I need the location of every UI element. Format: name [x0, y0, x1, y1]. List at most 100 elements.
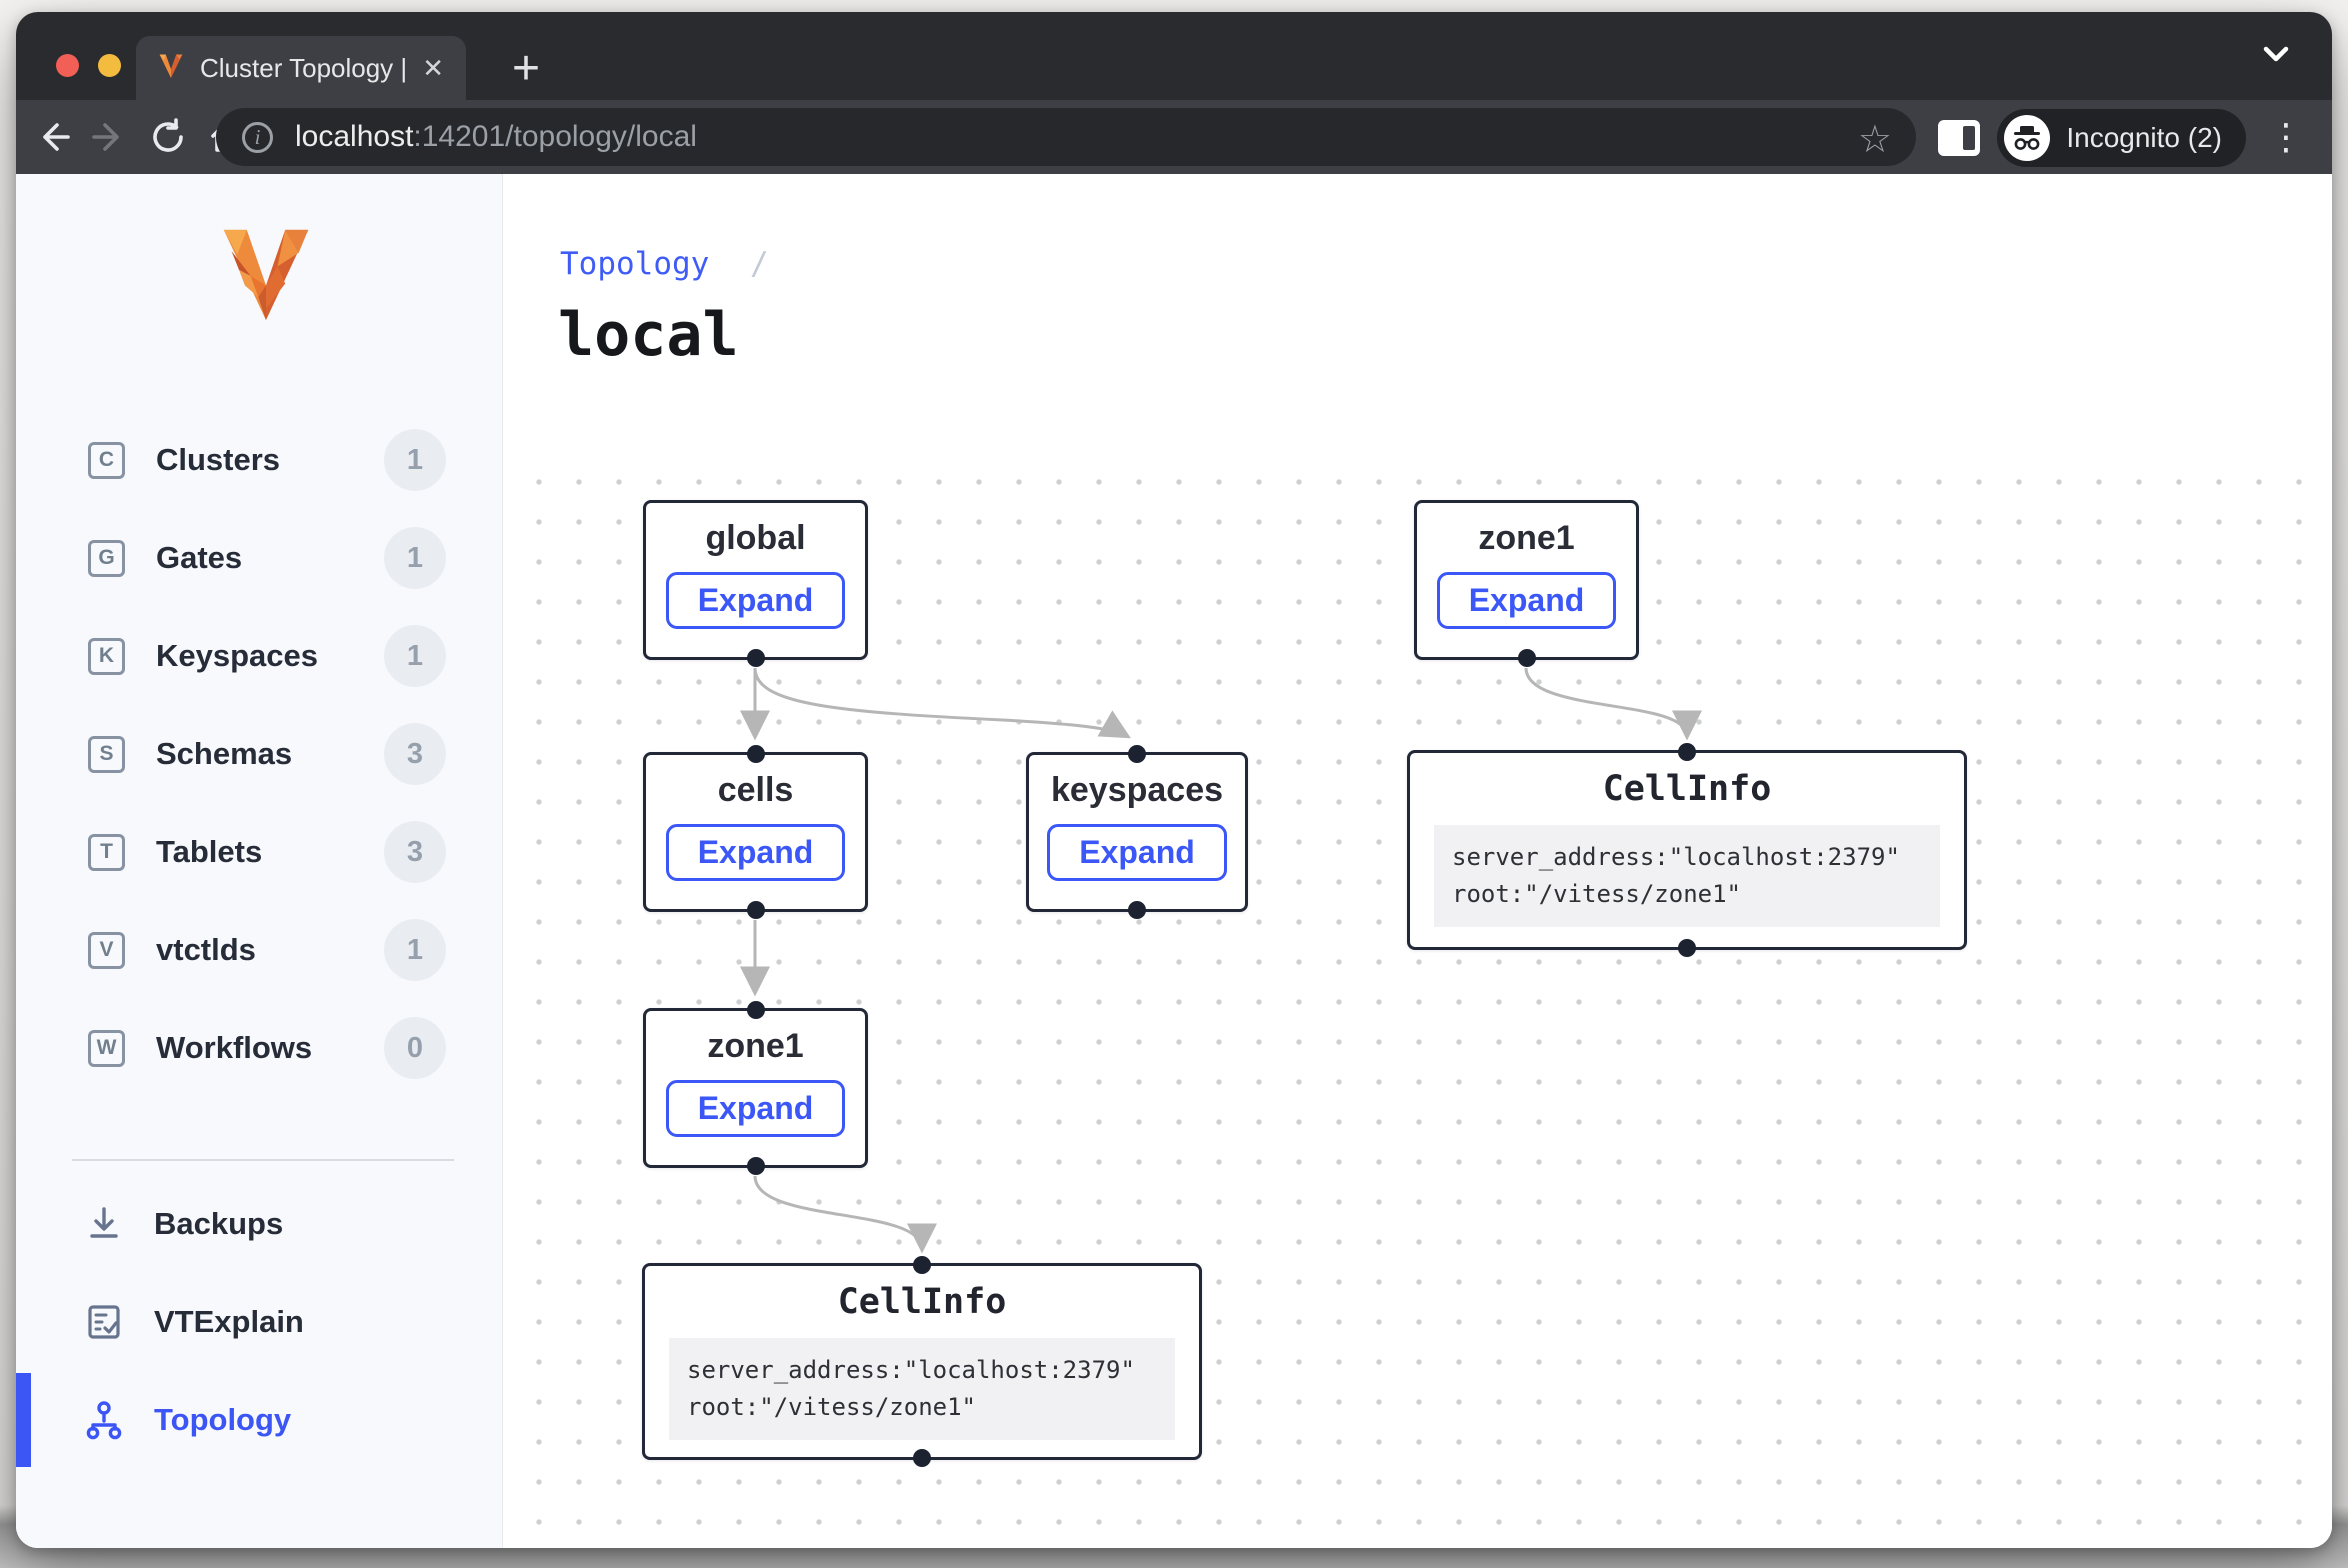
edge-zone1-cellinfo-nested [755, 1176, 922, 1249]
site-info-icon[interactable]: i [242, 122, 273, 153]
node-keyspaces[interactable]: keyspaces Expand [1026, 752, 1248, 912]
browser-menu-icon[interactable]: ⋮ [2264, 110, 2308, 164]
browser-toolbar: i localhost:14201/topology/local ☆ Incog… [16, 100, 2332, 174]
side-panel-icon[interactable] [1938, 120, 1980, 156]
sidebar-item-keyspaces[interactable]: K Keyspaces 1 [16, 607, 502, 705]
new-tab-button[interactable]: + [494, 36, 558, 100]
minimize-window-button[interactable] [98, 54, 121, 77]
node-title: CellInfo [645, 1282, 1199, 1322]
cellinfo-code: server_address:"localhost:2379" root:"/v… [669, 1338, 1175, 1440]
expand-button[interactable]: Expand [666, 572, 846, 629]
count-badge: 1 [384, 625, 446, 687]
back-button[interactable] [30, 115, 74, 159]
sidebar-item-schemas[interactable]: S Schemas 3 [16, 705, 502, 803]
node-title: keyspaces [1029, 771, 1245, 810]
tab-title: Cluster Topology | VTAdmin [200, 53, 412, 84]
node-cellinfo-zone1[interactable]: CellInfo server_address:"localhost:2379"… [1407, 750, 1967, 950]
sidebar-item-label: Gates [156, 540, 242, 576]
connection-port-bottom [747, 1157, 765, 1175]
count-badge: 1 [384, 919, 446, 981]
browser-tab[interactable]: Cluster Topology | VTAdmin ✕ [136, 36, 466, 100]
connection-port-bottom [1518, 649, 1536, 667]
sidebar-item-label: Tablets [156, 834, 262, 870]
connection-port-top [747, 1001, 765, 1019]
url-text[interactable]: localhost:14201/topology/local [295, 120, 697, 154]
sidebar-item-label: Topology [154, 1402, 291, 1438]
sidebar: C Clusters 1 G Gates 1 K Keyspaces 1 [16, 174, 503, 1548]
chevron-down-icon[interactable] [2258, 42, 2294, 71]
node-global[interactable]: global Expand [643, 500, 868, 660]
browser-window: Cluster Topology | VTAdmin ✕ + i [16, 12, 2332, 1548]
schemas-icon: S [88, 736, 125, 773]
vtexplain-doc-icon [82, 1302, 126, 1342]
topology-canvas[interactable]: global Expand zone1 Expand cells Expand [503, 470, 2332, 1548]
connection-port-bottom [1678, 939, 1696, 957]
sidebar-item-workflows[interactable]: W Workflows 0 [16, 999, 502, 1097]
code-line: server_address:"localhost:2379" [687, 1352, 1157, 1389]
count-badge: 1 [384, 429, 446, 491]
sidebar-item-topology[interactable]: Topology [16, 1371, 502, 1469]
reload-button[interactable] [146, 115, 190, 159]
connection-port-top [913, 1256, 931, 1274]
sidebar-item-label: Schemas [156, 736, 292, 772]
node-title: cells [646, 771, 865, 810]
expand-button[interactable]: Expand [666, 824, 846, 881]
expand-button[interactable]: Expand [1047, 824, 1227, 881]
sidebar-item-tablets[interactable]: T Tablets 3 [16, 803, 502, 901]
sidebar-item-vtexplain[interactable]: VTExplain [16, 1273, 502, 1371]
sidebar-item-label: Backups [154, 1206, 283, 1242]
breadcrumb: Topology / [560, 246, 769, 282]
page-title: local [558, 300, 739, 370]
count-badge: 1 [384, 527, 446, 589]
address-bar[interactable]: i localhost:14201/topology/local ☆ [216, 108, 1916, 166]
code-line: root:"/vitess/zone1" [687, 1389, 1157, 1426]
connection-port-bottom [747, 901, 765, 919]
close-window-button[interactable] [56, 54, 79, 77]
code-line: server_address:"localhost:2379" [1452, 839, 1922, 876]
workflows-icon: W [88, 1030, 125, 1067]
node-zone1[interactable]: zone1 Expand [1414, 500, 1639, 660]
keyspaces-icon: K [88, 638, 125, 675]
connection-port-bottom [913, 1449, 931, 1467]
forward-button[interactable] [88, 115, 132, 159]
topology-icon [82, 1399, 126, 1441]
node-title: CellInfo [1410, 769, 1964, 809]
incognito-icon [2004, 115, 2050, 161]
url-host: localhost [295, 120, 413, 153]
clusters-icon: C [88, 442, 125, 479]
tablets-icon: T [88, 834, 125, 871]
edge-zone1-cellinfo [1526, 668, 1687, 736]
vtadmin-app: C Clusters 1 G Gates 1 K Keyspaces 1 [16, 174, 2332, 1548]
code-line: root:"/vitess/zone1" [1452, 876, 1922, 913]
node-title: zone1 [1417, 519, 1636, 558]
count-badge: 3 [384, 821, 446, 883]
incognito-label: Incognito (2) [2066, 122, 2222, 154]
breadcrumb-separator: / [750, 246, 769, 282]
url-path: :14201/topology/local [413, 120, 697, 153]
connection-port-top [747, 745, 765, 763]
expand-button[interactable]: Expand [1437, 572, 1617, 629]
vitess-logo [218, 224, 502, 329]
vitess-favicon [158, 53, 184, 84]
tab-close-icon[interactable]: ✕ [422, 53, 444, 84]
gates-icon: G [88, 540, 125, 577]
bookmark-star-icon[interactable]: ☆ [1858, 117, 1892, 162]
connection-port-bottom [747, 649, 765, 667]
sidebar-item-label: VTExplain [154, 1304, 304, 1340]
node-cells[interactable]: cells Expand [643, 752, 868, 912]
backups-download-icon [82, 1204, 126, 1244]
incognito-badge: Incognito (2) [1997, 109, 2246, 167]
sidebar-item-backups[interactable]: Backups [16, 1175, 502, 1273]
node-cellinfo-nested[interactable]: CellInfo server_address:"localhost:2379"… [642, 1263, 1202, 1460]
sidebar-item-clusters[interactable]: C Clusters 1 [16, 411, 502, 509]
count-badge: 3 [384, 723, 446, 785]
sidebar-item-gates[interactable]: G Gates 1 [16, 509, 502, 607]
connection-port-bottom [1128, 901, 1146, 919]
main-content: Topology / local [503, 174, 2332, 1548]
cellinfo-code: server_address:"localhost:2379" root:"/v… [1434, 825, 1940, 927]
expand-button[interactable]: Expand [666, 1080, 846, 1137]
sidebar-item-vtctlds[interactable]: V vtctlds 1 [16, 901, 502, 999]
sidebar-item-label: Keyspaces [156, 638, 318, 674]
node-zone1-nested[interactable]: zone1 Expand [643, 1008, 868, 1168]
breadcrumb-topology-link[interactable]: Topology [560, 246, 709, 282]
